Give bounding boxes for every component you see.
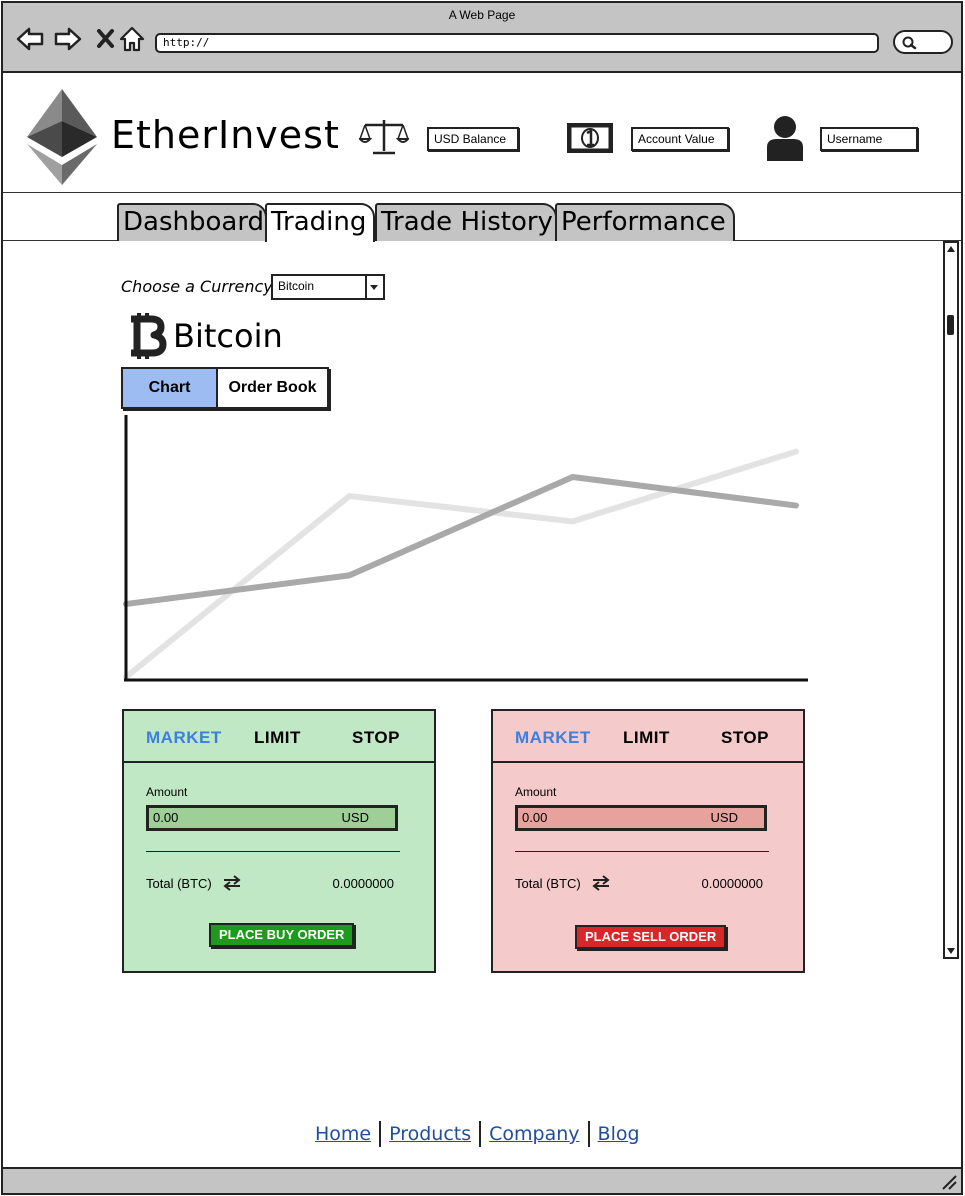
user-icon[interactable] xyxy=(765,115,805,161)
usd-balance-field[interactable]: USD Balance xyxy=(427,127,519,151)
brand-name: EtherInvest xyxy=(111,113,340,157)
chart-series-line-1 xyxy=(123,473,799,607)
chevron-down-icon xyxy=(370,285,378,290)
arrow-right-icon[interactable] xyxy=(53,24,83,54)
place-buy-order-button[interactable]: PLACE BUY ORDER xyxy=(209,923,355,947)
main-tabs: Dashboard Trading Trade History Performa… xyxy=(3,193,961,242)
arrow-left-icon[interactable] xyxy=(15,24,45,54)
amount-unit: USD xyxy=(710,810,738,825)
chart-toggle-button[interactable]: Chart xyxy=(123,369,218,407)
search-icon xyxy=(902,36,917,50)
select-arrow[interactable] xyxy=(365,276,383,298)
total-value: 0.0000000 xyxy=(332,876,394,891)
scroll-up-icon[interactable] xyxy=(945,243,957,255)
buy-order-panel: MARKET LIMIT STOP Amount 0.00 USD Total … xyxy=(122,709,436,973)
tab-limit[interactable]: LIMIT xyxy=(254,728,301,748)
footer-link-company[interactable]: Company xyxy=(479,1121,587,1147)
amount-input[interactable]: 0.00 USD xyxy=(515,805,767,831)
currency-title: Bitcoin xyxy=(173,317,283,355)
tab-dashboard[interactable]: Dashboard xyxy=(117,203,267,241)
order-type-tabs: MARKET LIMIT STOP xyxy=(124,711,434,763)
address-bar[interactable]: http:// xyxy=(155,33,879,53)
footer-link-products[interactable]: Products xyxy=(379,1121,479,1147)
ethereum-logo[interactable] xyxy=(27,89,97,185)
chart-series-line-2 xyxy=(123,448,799,680)
view-toggle: Chart Order Book xyxy=(121,367,329,409)
order-book-toggle-button[interactable]: Order Book xyxy=(218,369,327,407)
tab-trade-history[interactable]: Trade History xyxy=(375,203,557,241)
choose-currency-label: Choose a Currency xyxy=(121,277,273,296)
currency-select[interactable]: Bitcoin xyxy=(271,274,385,300)
browser-window: A Web Page http:// EtherInvest USD Balan… xyxy=(1,1,963,1195)
amount-input[interactable]: 0.00 USD xyxy=(146,805,398,831)
scales-icon xyxy=(359,120,409,155)
username-field[interactable]: Username xyxy=(820,127,918,151)
sell-order-panel: MARKET LIMIT STOP Amount 0.00 USD Total … xyxy=(491,709,805,973)
price-chart xyxy=(123,415,808,682)
window-title: A Web Page xyxy=(448,8,516,22)
amount-unit: USD xyxy=(341,810,369,825)
divider xyxy=(515,851,769,852)
tab-stop[interactable]: STOP xyxy=(721,728,769,748)
home-icon[interactable] xyxy=(117,24,147,54)
tab-limit[interactable]: LIMIT xyxy=(623,728,670,748)
vertical-scrollbar[interactable] xyxy=(943,241,959,959)
total-label: Total (BTC) xyxy=(146,876,212,891)
tab-trading[interactable]: Trading xyxy=(265,203,375,242)
amount-label: Amount xyxy=(146,785,188,799)
currency-select-value: Bitcoin xyxy=(278,279,315,293)
tab-stop[interactable]: STOP xyxy=(352,728,400,748)
footer-link-home[interactable]: Home xyxy=(313,1121,379,1147)
swap-arrows-icon[interactable] xyxy=(591,875,611,891)
scroll-down-icon[interactable] xyxy=(945,945,957,957)
order-type-tabs: MARKET LIMIT STOP xyxy=(493,711,803,763)
total-value: 0.0000000 xyxy=(701,876,763,891)
banknote-icon xyxy=(567,123,613,153)
place-sell-order-button[interactable]: PLACE SELL ORDER xyxy=(575,925,727,949)
scroll-thumb[interactable] xyxy=(947,315,954,335)
account-value-field[interactable]: Account Value xyxy=(631,127,729,151)
resize-grip-icon[interactable] xyxy=(941,1174,957,1190)
footer-link-blog[interactable]: Blog xyxy=(587,1121,648,1147)
site-header: EtherInvest USD Balance Account Value Us… xyxy=(3,73,961,193)
amount-value: 0.00 xyxy=(153,810,179,825)
tab-market[interactable]: MARKET xyxy=(146,728,222,748)
status-bar xyxy=(3,1167,961,1193)
tab-market[interactable]: MARKET xyxy=(515,728,591,748)
bitcoin-icon xyxy=(131,313,167,359)
swap-arrows-icon[interactable] xyxy=(222,875,242,891)
browser-toolbar: A Web Page http:// xyxy=(3,3,961,73)
divider xyxy=(146,851,400,852)
total-label: Total (BTC) xyxy=(515,876,581,891)
tab-performance[interactable]: Performance xyxy=(555,203,735,241)
browser-search[interactable] xyxy=(893,30,953,54)
amount-label: Amount xyxy=(515,785,557,799)
footer-links: Home Products Company Blog xyxy=(313,1121,648,1147)
amount-value: 0.00 xyxy=(522,810,548,825)
